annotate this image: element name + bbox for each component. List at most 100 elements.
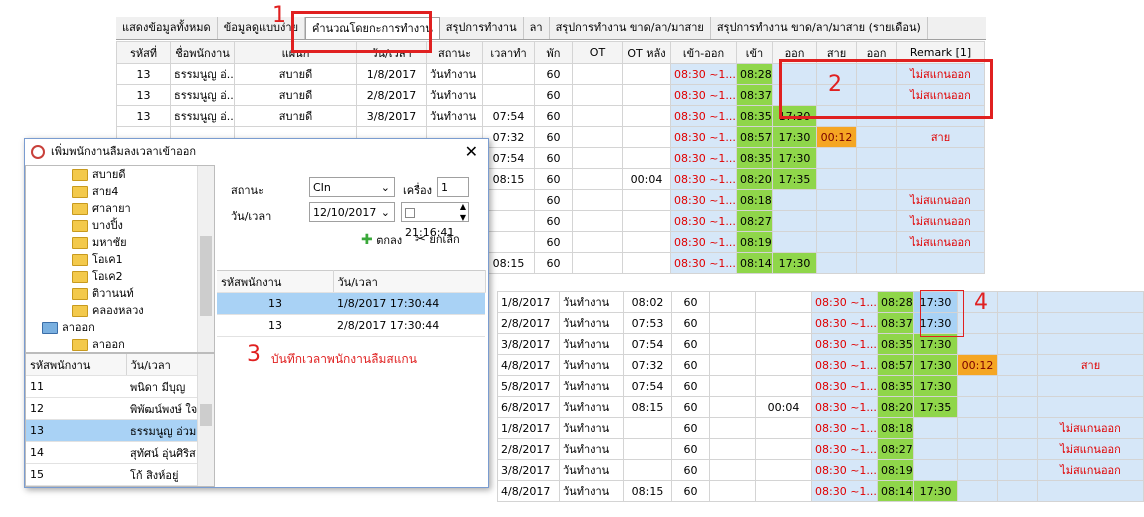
list-item[interactable]: 12 พิพัฒน์พงษ์ ใจ [26, 397, 198, 420]
table-cell: สบายดี [234, 105, 357, 127]
table-cell: 08:30 ~1... [811, 480, 878, 502]
list-item[interactable]: 11 พนิดา มีบุญ [26, 375, 198, 398]
tree-item[interactable]: โอเค2 [26, 268, 196, 285]
list-item[interactable]: 14 สุทัศน์ อุ่นศิริส [26, 441, 198, 464]
table-cell: 60 [534, 231, 573, 253]
tab-6[interactable]: สรุปการทำงาน ขาด/ลา/มาสาย (รายเดือน) [711, 17, 928, 39]
tree-item[interactable]: โอเค1 [26, 251, 196, 268]
table-cell: สาย [1037, 354, 1144, 376]
tree-scrollbar[interactable] [197, 166, 214, 352]
employee-list[interactable]: รหัสพนักงาน วัน/เวลา 11 พนิดา มีบุญ 12 พิพั… [25, 353, 215, 487]
col-header[interactable]: สถานะ [426, 41, 483, 64]
col-header[interactable]: วัน/เวลา [356, 41, 427, 64]
tree-item[interactable]: ศาลายา [26, 200, 196, 217]
close-icon[interactable]: ✕ [465, 139, 478, 165]
table-row[interactable]: 3/8/2017 วันทำงาน 60 08:30 ~1... 08:19 ไม่สแก… [497, 459, 1144, 481]
col-header[interactable]: OT [572, 41, 623, 64]
table-cell: 17:30 [772, 105, 817, 127]
date-picker[interactable]: 12/10/2017 ⌄ [309, 202, 395, 222]
tab-4[interactable]: ลา [524, 17, 550, 39]
table-row[interactable]: 2/8/2017 วันทำงาน 60 08:30 ~1... 08:27 ไม่สแก… [497, 438, 1144, 460]
tree-item-label: ลาออก [92, 338, 125, 351]
table-cell: 08:15 [623, 396, 672, 418]
pending-col-id[interactable]: รหัสพนักงาน [217, 270, 334, 293]
tab-0[interactable]: แสดงข้อมูลทั้งหมด [116, 17, 218, 39]
col-header[interactable]: รหัสที่ [116, 41, 171, 64]
col-header[interactable]: พัก [534, 41, 573, 64]
table-cell: 08:14 [736, 252, 773, 274]
col-header[interactable]: เข้า [736, 41, 773, 64]
col-header[interactable]: แผนก [234, 41, 357, 64]
table-row[interactable]: 13 ธรรมนูญ อ่... สบายดี 3/8/2017 วันทำงาน 07:… [116, 105, 985, 127]
list-cell: 12 [26, 397, 126, 420]
table-row[interactable]: 2/8/2017 วันทำงาน 07:53 60 08:30 ~1... 08:37 1… [497, 312, 1144, 334]
table-row[interactable]: 5/8/2017 วันทำงาน 07:54 60 08:30 ~1... 08:35 1… [497, 375, 1144, 397]
table-row[interactable]: 1/8/2017 วันทำงาน 08:02 60 08:30 ~1... 08:28 1… [497, 291, 1144, 313]
tree-item[interactable]: ติวานนท์ [26, 285, 196, 302]
tree-item[interactable]: ลาออก [26, 336, 196, 352]
col-header[interactable]: ออก [772, 41, 817, 64]
department-tree[interactable]: สบายดี สาย4 ศาลายา บางปิ้ง มหาชัยโอเค1 โอเค2 ต… [25, 165, 215, 353]
table-cell [997, 312, 1038, 334]
table-cell [709, 396, 756, 418]
tab-3[interactable]: สรุปการทำงาน [440, 17, 524, 39]
tree-scroll-thumb[interactable] [200, 236, 212, 316]
tree-item[interactable]: ลาออก [26, 319, 196, 336]
tab-1[interactable]: ข้อมูลดูแบบง่าย [218, 17, 306, 39]
tree-item[interactable]: สบายดี [26, 166, 196, 183]
list-item[interactable]: 13 2/8/2017 17:30:44 [217, 314, 485, 337]
tree-item[interactable]: มหาชัย [26, 234, 196, 251]
list-item[interactable]: 13 1/8/2017 17:30:44 [217, 292, 485, 315]
checkbox-icon[interactable] [405, 208, 415, 218]
col-header[interactable]: OT หลัง [622, 41, 671, 64]
emp-scrollbar[interactable] [197, 354, 214, 486]
list-item[interactable]: 13 ธรรมนูญ อ่วมแ [26, 419, 198, 442]
table-cell [997, 417, 1038, 439]
cancel-button[interactable]: ✂ ยกเลิก [415, 231, 460, 249]
spinner-icon[interactable]: ▲ ▼ [460, 201, 466, 223]
tab-5[interactable]: สรุปการทำงาน ขาด/ลา/มาสาย [550, 17, 711, 39]
table-cell: 4/8/2017 [497, 354, 560, 376]
table-row[interactable]: 13 ธรรมนูญ อ่... สบายดี 2/8/2017 วันทำงาน 60 0… [116, 84, 985, 106]
table-cell [622, 147, 671, 169]
machine-input[interactable]: 1 [437, 177, 469, 197]
dialog-title: เพิ่มพนักงานลืมลงเวลาเข้าออก [51, 145, 197, 158]
table-row[interactable]: 4/8/2017 วันทำงาน 08:15 60 08:30 ~1... 08:14 1… [497, 480, 1144, 502]
table-cell: วันทำงาน [559, 396, 624, 418]
table-cell: 60 [671, 354, 710, 376]
table-cell: วันทำงาน [559, 333, 624, 355]
col-header[interactable]: เข้า-ออก [670, 41, 737, 64]
tab-2[interactable]: คำนวณโดยกะการทำงาน [305, 17, 440, 39]
tree-item[interactable]: บางปิ้ง [26, 217, 196, 234]
emp-col-id[interactable]: รหัสพนักงาน [26, 354, 127, 376]
tree-item[interactable]: สาย4 [26, 183, 196, 200]
status-select[interactable]: CIn ⌄ [309, 177, 395, 197]
table-cell [997, 396, 1038, 418]
time-input[interactable]: 21:16:41 ▲ ▼ [401, 201, 469, 239]
col-header[interactable]: สาย [816, 41, 857, 64]
table-cell [957, 459, 998, 481]
table-cell [622, 84, 671, 106]
table-cell [997, 354, 1038, 376]
emp-scroll-thumb[interactable] [200, 404, 212, 426]
ok-button[interactable]: ✚ ตกลง [361, 231, 402, 250]
list-cell: 11 [26, 375, 126, 398]
table-row[interactable]: 3/8/2017 วันทำงาน 07:54 60 08:30 ~1... 08:35 1… [497, 333, 1144, 355]
table-row[interactable]: 6/8/2017 วันทำงาน 08:15 60 00:04 08:30 ~1... 0… [497, 396, 1144, 418]
col-header[interactable]: เวลาทำ [482, 41, 535, 64]
table-cell [755, 438, 812, 460]
tree-item-label: โอเค1 [92, 253, 123, 266]
pending-list[interactable]: รหัสพนักงาน วัน/เวลา 13 1/8/2017 17:30:44… [217, 270, 486, 337]
col-header[interactable]: Remark [1] [896, 41, 985, 64]
table-cell [1037, 333, 1144, 355]
pending-col-datetime[interactable]: วัน/เวลา [333, 270, 486, 293]
col-header[interactable]: ชื่อพนักงาน [170, 41, 235, 64]
table-cell [1037, 480, 1144, 502]
table-row[interactable]: 4/8/2017 วันทำงาน 07:32 60 08:30 ~1... 08:57 1… [497, 354, 1144, 376]
table-row[interactable]: 1/8/2017 วันทำงาน 60 08:30 ~1... 08:18 ไม่สแก… [497, 417, 1144, 439]
tree-item[interactable]: คลองหลวง [26, 302, 196, 319]
list-item[interactable]: 15 โก้ สิงห์อยู่ [26, 463, 198, 486]
col-header[interactable]: ออก [856, 41, 897, 64]
emp-col-name[interactable]: วัน/เวลา [126, 354, 199, 376]
table-row[interactable]: 13 ธรรมนูญ อ่... สบายดี 1/8/2017 วันทำงาน 60 0… [116, 63, 985, 85]
